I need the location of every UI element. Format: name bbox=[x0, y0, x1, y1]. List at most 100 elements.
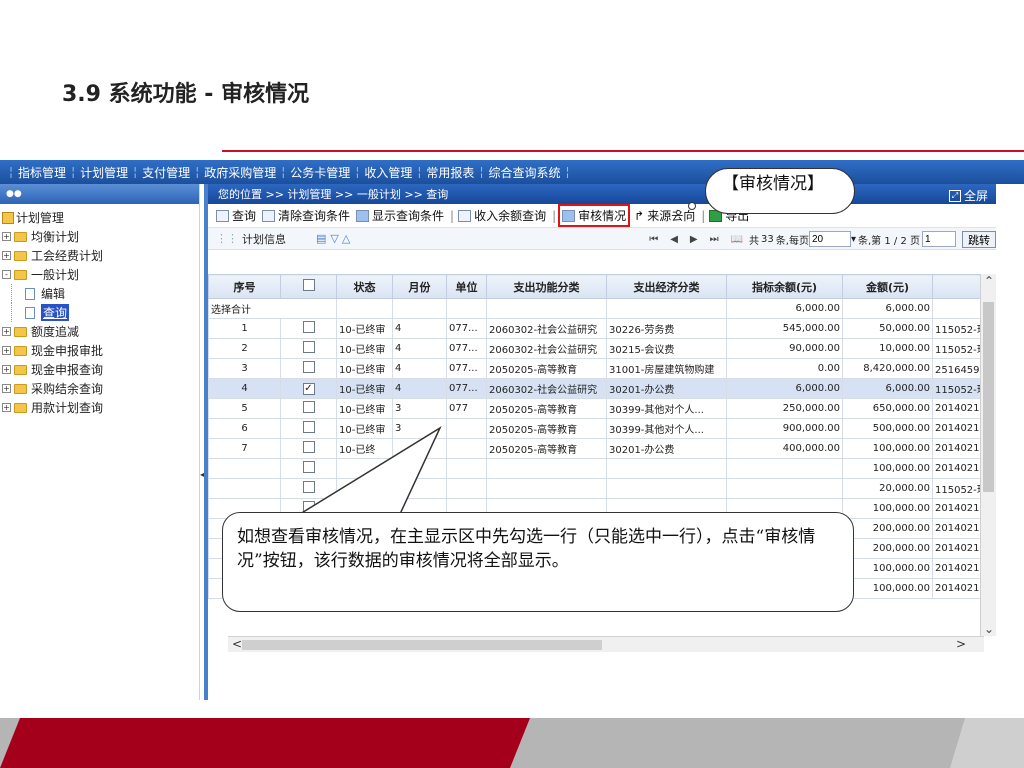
prev-page-icon[interactable]: ◀ bbox=[670, 234, 678, 245]
sidebar-item[interactable]: 编辑 bbox=[0, 284, 199, 303]
per-page-dropdown-icon[interactable]: ▾ bbox=[851, 234, 856, 245]
nav-item[interactable]: 常用报表 bbox=[426, 164, 474, 181]
instruction-callout: 如想查看审核情况，在主显示区中先勾选一行（只能选中一行），点击“审核情况”按钮，… bbox=[222, 512, 854, 612]
vertical-scroll-thumb[interactable] bbox=[983, 302, 994, 492]
row-checkbox[interactable] bbox=[302, 341, 315, 353]
sidebar-item-label: 工会经费计划 bbox=[31, 249, 104, 263]
sidebar-item[interactable]: + 采购结余查询 bbox=[0, 379, 199, 398]
expand-icon[interactable]: + bbox=[2, 384, 11, 393]
column-header[interactable]: 支出功能分类 bbox=[486, 274, 607, 299]
column-header[interactable]: 单位 bbox=[446, 274, 487, 299]
row-checkbox[interactable] bbox=[302, 481, 315, 493]
expand-icon[interactable]: + bbox=[2, 327, 11, 336]
vertical-scrollbar[interactable]: ⌃ ⌄ bbox=[980, 274, 996, 636]
trace-button[interactable]: ↱ 来源去向 bbox=[634, 207, 695, 224]
nav-item[interactable]: 政府采购管理 bbox=[204, 164, 276, 181]
table-row[interactable]: 4 ✓ 10-已终审 4 077... 2060302-社会公益研究 30201-办公费 6,… bbox=[208, 378, 985, 399]
table-row[interactable]: 1 10-已终审 4 077... 2060302-社会公益研究 30226-劳务费 545… bbox=[208, 318, 985, 339]
sidebar-item[interactable]: + 工会经费计划 bbox=[0, 246, 199, 265]
toolbar: 查询 清除查询条件 显示查询条件 | 收入余额查询 | 审核情况 ↱ 来源去向 … bbox=[208, 204, 996, 228]
first-page-icon[interactable]: ⏮ bbox=[649, 234, 658, 245]
column-header[interactable]: 序号 bbox=[208, 274, 281, 299]
column-header[interactable] bbox=[280, 274, 337, 299]
row-checkbox-cell bbox=[280, 358, 337, 379]
nav-item[interactable]: 公务卡管理 bbox=[290, 164, 350, 181]
row-checkbox[interactable] bbox=[302, 401, 315, 413]
nav-item[interactable]: 综合查询系统 bbox=[488, 164, 560, 181]
show-query-button[interactable]: 显示查询条件 bbox=[356, 207, 444, 224]
column-header[interactable]: 月份 bbox=[392, 274, 447, 299]
toolbar-divider: | bbox=[450, 208, 455, 223]
query-button[interactable]: 查询 bbox=[216, 207, 256, 224]
sidebar-item[interactable]: + 现金申报审批 bbox=[0, 341, 199, 360]
column-header[interactable]: 金额(元) bbox=[842, 274, 933, 299]
show-conditions-icon bbox=[356, 209, 370, 222]
last-page-icon[interactable]: ⏭ bbox=[710, 234, 719, 245]
folder-icon bbox=[14, 345, 27, 356]
expand-icon[interactable]: + bbox=[2, 346, 11, 355]
row-checkbox[interactable] bbox=[302, 441, 315, 453]
table-row[interactable]: 2 10-已终审 4 077... 2060302-社会公益研究 30215-会议费 90,… bbox=[208, 338, 985, 359]
horizontal-scroll-thumb[interactable] bbox=[242, 640, 602, 650]
column-header-label: 月份 bbox=[408, 280, 431, 294]
nav-item[interactable]: 支付管理 bbox=[142, 164, 190, 181]
sidebar-toggle-icon[interactable]: ●● bbox=[6, 189, 22, 199]
table-row[interactable]: 100,000.0020140212-... bbox=[208, 458, 985, 479]
scroll-down-icon[interactable]: ⌄ bbox=[984, 622, 994, 636]
row-checkbox[interactable] bbox=[302, 421, 315, 433]
scroll-left-icon[interactable]: < bbox=[232, 637, 242, 651]
nav-item[interactable]: 指标管理 bbox=[18, 164, 66, 181]
table-row[interactable]: 6 10-已终审 3 2050205-高等教育 30399-其他对个人... 900,00… bbox=[208, 418, 985, 439]
scroll-up-icon[interactable]: ⌃ bbox=[984, 274, 994, 288]
column-header[interactable]: 状态 bbox=[336, 274, 393, 299]
expand-icon[interactable]: + bbox=[2, 251, 11, 260]
row-checkbox[interactable] bbox=[302, 321, 315, 333]
horizontal-scrollbar[interactable]: < > bbox=[228, 636, 984, 652]
collapse-down-icon[interactable]: ▽ bbox=[330, 232, 338, 245]
nav-item[interactable]: 收入管理 bbox=[364, 164, 412, 181]
sidebar-item[interactable]: - 一般计划 bbox=[0, 265, 199, 284]
row-checkbox-cell bbox=[280, 438, 337, 459]
balance-cell: 0.00 bbox=[726, 358, 843, 379]
jump-button[interactable]: 跳转 bbox=[962, 230, 996, 248]
nav-separator: ¦ bbox=[479, 165, 484, 179]
sidebar-item[interactable]: + 均衡计划 bbox=[0, 227, 199, 246]
sidebar-item[interactable]: 查询 bbox=[0, 303, 199, 322]
row-number: 5 bbox=[208, 398, 281, 419]
sidebar-root[interactable]: 计划管理 bbox=[0, 208, 199, 227]
per-page-select[interactable] bbox=[808, 231, 851, 247]
table-row[interactable]: 3 10-已终审 4 077... 2050205-高等教育 31001-房屋建筑物购建 0… bbox=[208, 358, 985, 379]
row-checkbox[interactable] bbox=[302, 361, 315, 373]
row-checkbox[interactable] bbox=[302, 461, 315, 473]
page-number-input[interactable] bbox=[922, 231, 956, 247]
nav-separator: ¦ bbox=[565, 165, 570, 179]
table-row[interactable]: 20,000.00115052-现... bbox=[208, 478, 985, 499]
sidebar-item[interactable]: + 用款计划查询 bbox=[0, 398, 199, 417]
column-header[interactable]: 支出经济分类 bbox=[606, 274, 727, 299]
amount-cell: 100,000.00 bbox=[842, 498, 933, 519]
table-row[interactable]: 5 10-已终审 3 077 2050205-高等教育 30399-其他对个人... 250… bbox=[208, 398, 985, 419]
column-header[interactable]: 指标余额(元) bbox=[726, 274, 843, 299]
row-checkbox[interactable]: ✓ bbox=[302, 382, 315, 395]
nav-item[interactable]: 计划管理 bbox=[80, 164, 128, 181]
sidebar-item[interactable]: + 现金申报查询 bbox=[0, 360, 199, 379]
expand-icon[interactable]: + bbox=[2, 403, 11, 412]
column-header-label: 单位 bbox=[455, 280, 478, 294]
select-all-checkbox[interactable] bbox=[302, 279, 315, 291]
expand-icon[interactable]: + bbox=[2, 365, 11, 374]
next-page-icon[interactable]: ▶ bbox=[690, 234, 698, 245]
collapse-icon[interactable]: - bbox=[2, 270, 11, 279]
income-balance-button[interactable]: 收入余额查询 bbox=[458, 207, 546, 224]
root-folder-icon bbox=[2, 211, 14, 224]
audit-status-button[interactable]: 审核情况 bbox=[558, 204, 631, 227]
grid-settings-icon[interactable]: ▤ bbox=[316, 232, 326, 245]
scroll-right-icon[interactable]: > bbox=[956, 637, 966, 651]
clear-query-button[interactable]: 清除查询条件 bbox=[262, 207, 350, 224]
expand-icon[interactable]: + bbox=[2, 232, 11, 241]
table-row[interactable]: 7 10-已终 2050205-高等教育 30201-办公费 400,000.00 100… bbox=[208, 438, 985, 459]
column-header[interactable] bbox=[932, 274, 985, 299]
unit-cell bbox=[446, 458, 487, 479]
fullscreen-button[interactable]: ⤢ 全屏 bbox=[948, 187, 988, 204]
collapse-up-icon[interactable]: △ bbox=[342, 232, 350, 245]
sidebar-item[interactable]: + 额度追减 bbox=[0, 322, 199, 341]
